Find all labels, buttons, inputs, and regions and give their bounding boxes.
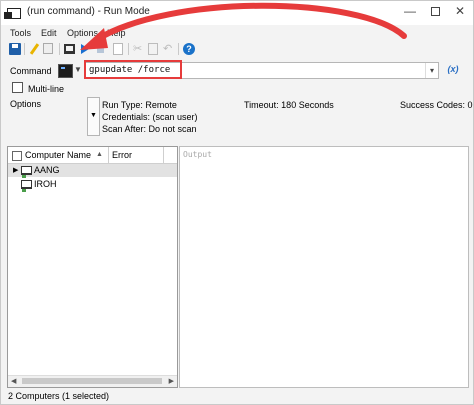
credentials-text: Credentials: (scan user) <box>102 112 198 122</box>
computer-icon <box>21 166 32 178</box>
table-row[interactable]: IROH <box>8 178 177 192</box>
horizontal-scrollbar[interactable]: ◀ ▶ <box>8 375 177 387</box>
paste-icon[interactable] <box>148 43 158 55</box>
title-bar: (run command) - Run Mode — ✕ <box>1 1 473 25</box>
scroll-right-icon[interactable]: ▶ <box>169 377 174 385</box>
select-all-checkbox[interactable] <box>12 151 22 161</box>
toolbar-separator <box>59 43 60 55</box>
scroll-left-icon[interactable]: ◀ <box>11 377 16 385</box>
edit-icon[interactable] <box>28 43 40 55</box>
status-bar: 2 Computers (1 selected) <box>1 389 473 404</box>
window-title: (run command) - Run Mode <box>27 6 150 17</box>
caret-down-icon: ▼ <box>90 112 97 119</box>
toolbar-separator <box>178 43 179 55</box>
run-type-text: Run Type: Remote <box>102 100 177 110</box>
maximize-icon <box>430 7 440 16</box>
scrollbar-thumb[interactable] <box>22 378 162 384</box>
toolbar-separator <box>128 43 129 55</box>
multi-line-label: Multi-line <box>28 84 65 94</box>
stop-icon[interactable] <box>97 46 104 53</box>
run-icon[interactable] <box>81 44 89 54</box>
timeout-text: Timeout: 180 Seconds <box>244 100 334 110</box>
computer-icon <box>21 180 32 192</box>
computer-list-panel: Computer Name ▲ Error ▶ AANG IROH ◀ ▶ <box>7 146 178 388</box>
column-divider[interactable] <box>108 147 109 163</box>
close-button[interactable]: ✕ <box>447 1 473 23</box>
new-document-icon[interactable] <box>113 43 123 55</box>
copy-icon[interactable] <box>43 43 53 54</box>
column-header-computer-name[interactable]: Computer Name <box>25 150 91 160</box>
toolbar-separator <box>24 43 25 55</box>
output-placeholder: Output <box>183 150 212 159</box>
undo-icon[interactable]: ↶ <box>163 43 175 55</box>
menu-edit[interactable]: Edit <box>41 28 57 38</box>
multi-line-checkbox[interactable]: Multi-line <box>12 82 64 94</box>
maximize-button[interactable] <box>422 1 448 23</box>
help-icon[interactable]: ? <box>183 43 195 55</box>
computer-name: AANG <box>34 165 60 175</box>
menu-bar: Tools Edit Options Help <box>1 27 473 41</box>
command-dropdown-button[interactable]: ▾ <box>425 63 438 78</box>
menu-options[interactable]: Options <box>67 28 98 38</box>
variables-button[interactable]: (x) <box>442 62 464 77</box>
status-text: 2 Computers (1 selected) <box>8 391 110 401</box>
toolbar: ✂ ↶ ? <box>1 42 473 58</box>
options-dropdown-button[interactable]: ▼ <box>87 97 100 136</box>
scan-after-text: Scan After: Do not scan <box>102 124 197 134</box>
table-row[interactable]: ▶ AANG <box>8 164 177 178</box>
chevron-down-icon[interactable]: ▼ <box>74 65 82 74</box>
menu-tools[interactable]: Tools <box>10 28 31 38</box>
output-panel[interactable]: Output <box>179 146 469 388</box>
computer-icon[interactable] <box>64 44 75 54</box>
minimize-button[interactable]: — <box>397 1 423 23</box>
computer-name: IROH <box>34 179 57 189</box>
success-codes-text: Success Codes: 0 <box>400 100 473 110</box>
save-icon[interactable] <box>9 43 21 55</box>
column-header-error[interactable]: Error <box>112 150 132 160</box>
grid-header: Computer Name ▲ Error <box>8 147 177 164</box>
column-divider[interactable] <box>163 147 164 163</box>
run-mode-window: (run command) - Run Mode — ✕ Tools Edit … <box>0 0 474 405</box>
cut-icon[interactable]: ✂ <box>133 43 145 55</box>
chevron-right-icon[interactable]: ▶ <box>13 166 18 174</box>
annotation-highlight-box <box>84 60 182 79</box>
sort-ascending-icon: ▲ <box>96 151 103 158</box>
checkbox-icon <box>12 82 23 93</box>
command-label: Command <box>10 66 52 76</box>
app-icon <box>4 8 21 19</box>
menu-help[interactable]: Help <box>107 28 126 38</box>
command-prompt-icon[interactable] <box>58 64 73 78</box>
options-label: Options <box>10 99 42 109</box>
